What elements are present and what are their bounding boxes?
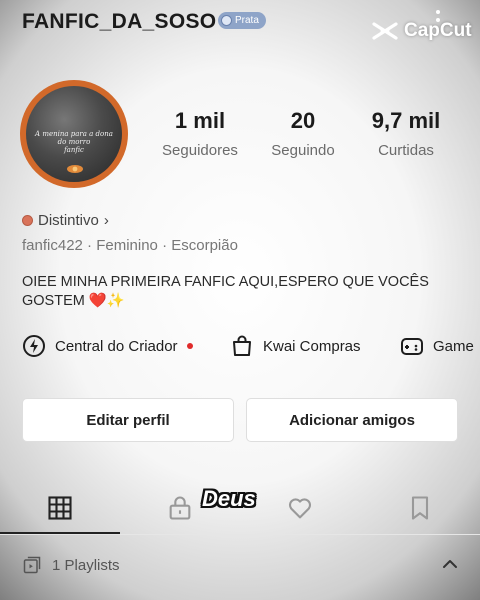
lock-icon bbox=[169, 496, 191, 520]
capcut-watermark-text: CapCut bbox=[404, 20, 472, 41]
bio-line: GOSTEM ❤️✨ bbox=[22, 293, 125, 309]
heart-icon bbox=[288, 498, 312, 519]
edit-profile-button[interactable]: Editar perfil bbox=[22, 398, 234, 442]
tab-grid[interactable] bbox=[44, 492, 76, 524]
level-badge[interactable]: Prata bbox=[218, 12, 266, 29]
flower-decoration-icon bbox=[67, 165, 83, 173]
playlists-row[interactable]: 1 Playlists bbox=[22, 555, 120, 575]
badge-link[interactable]: Distintivo › bbox=[22, 212, 109, 229]
profile-username: FANFIC_DA_SOSO bbox=[22, 10, 217, 33]
capcut-watermark: CapCut bbox=[372, 20, 472, 42]
add-friends-button[interactable]: Adicionar amigos bbox=[246, 398, 458, 442]
following-count: 20 bbox=[290, 108, 316, 133]
gamepad-icon bbox=[401, 338, 423, 355]
avatar-caption: A menina para a dona do morro fanfic bbox=[35, 130, 113, 154]
capcut-logo-icon bbox=[372, 22, 398, 40]
bookmark-icon bbox=[411, 496, 429, 520]
following-label: Seguindo bbox=[271, 142, 335, 159]
avatar[interactable]: A menina para a dona do morro fanfic bbox=[20, 80, 128, 188]
chevron-up-icon[interactable] bbox=[440, 556, 460, 572]
shopping-shortcut[interactable]: Kwai Compras bbox=[230, 334, 361, 358]
likes-count: 9,7 mil bbox=[371, 108, 441, 133]
following-stat[interactable]: 20 Seguindo bbox=[248, 108, 358, 159]
user-meta: fanfic422 · Feminino · Escorpião bbox=[22, 237, 238, 254]
grid-icon bbox=[48, 496, 72, 520]
followers-stat[interactable]: 1 mil Seguidores bbox=[145, 108, 255, 159]
playlist-icon bbox=[23, 556, 41, 574]
tab-liked[interactable] bbox=[284, 492, 316, 524]
tab-private[interactable] bbox=[164, 492, 196, 524]
badge-icon bbox=[22, 215, 33, 226]
level-badge-label: Prata bbox=[235, 15, 259, 26]
tab-saved[interactable] bbox=[404, 492, 436, 524]
chevron-right-icon: › bbox=[103, 212, 109, 229]
shopping-bag-icon bbox=[233, 335, 251, 356]
bio-line: OIEE MINHA PRIMEIRA FANFIC AQUI,ESPERO Q… bbox=[22, 274, 429, 290]
avatar-image: A menina para a dona do morro fanfic bbox=[26, 86, 122, 182]
tab-divider bbox=[0, 534, 480, 535]
game-shortcut[interactable]: Game bbox=[400, 334, 474, 358]
game-label: Game bbox=[433, 337, 474, 355]
shopping-label: Kwai Compras bbox=[263, 337, 361, 355]
followers-count: 1 mil bbox=[174, 108, 226, 133]
profile-bio: OIEE MINHA PRIMEIRA FANFIC AQUI,ESPERO Q… bbox=[22, 273, 462, 311]
creator-center-label: Central do Criador bbox=[55, 337, 178, 355]
badge-label: Distintivo bbox=[38, 212, 99, 229]
silver-gem-icon bbox=[221, 15, 232, 26]
playlists-label: 1 Playlists bbox=[52, 556, 120, 574]
creator-center-icon bbox=[23, 335, 45, 357]
likes-stat[interactable]: 9,7 mil Curtidas bbox=[351, 108, 461, 159]
creator-center-shortcut[interactable]: Central do Criador bbox=[22, 334, 193, 358]
text-sticker: Deus bbox=[202, 486, 256, 511]
notification-dot bbox=[186, 343, 193, 349]
likes-label: Curtidas bbox=[378, 142, 434, 159]
followers-label: Seguidores bbox=[162, 142, 238, 159]
